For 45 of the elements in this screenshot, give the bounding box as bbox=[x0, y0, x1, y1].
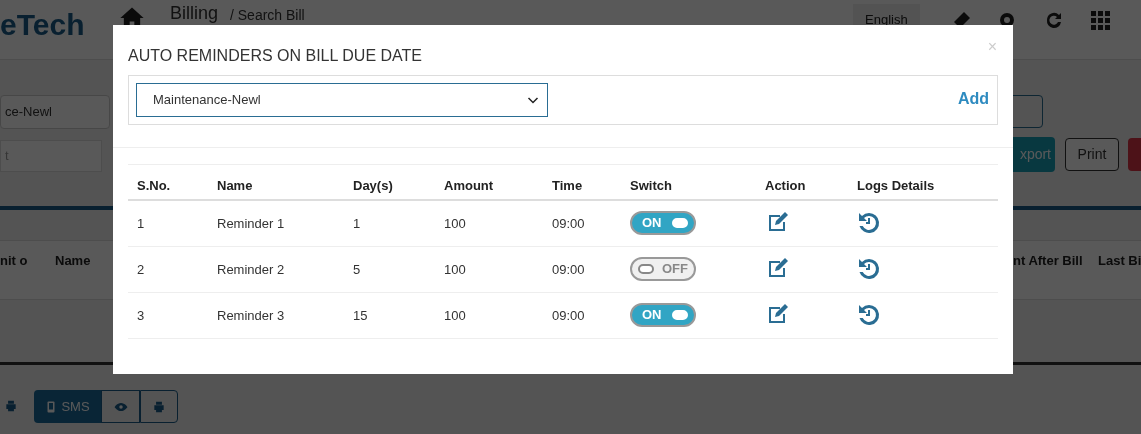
page-title: Billing bbox=[170, 2, 219, 24]
table-cell-text: 100 bbox=[444, 261, 466, 279]
sms-button[interactable]: SMS bbox=[34, 390, 101, 423]
table-cell-text: 1 bbox=[353, 215, 361, 233]
column-header: Amount bbox=[444, 177, 494, 195]
breadcrumb: / Search Bill bbox=[230, 6, 305, 24]
table-cell-text: 100 bbox=[444, 307, 466, 325]
column-header: Day(s) bbox=[353, 177, 393, 195]
history-icon[interactable] bbox=[857, 211, 881, 235]
column-header: Action bbox=[765, 177, 806, 195]
column-header: Time bbox=[552, 177, 583, 195]
modal-title: AUTO REMINDERS ON BILL DUE DATE bbox=[128, 46, 422, 66]
table-cell-text: Reminder 3 bbox=[217, 307, 285, 325]
table-cell-text: Reminder 1 bbox=[217, 215, 285, 233]
table-cell-text: 15 bbox=[353, 307, 368, 325]
column-header: Name bbox=[217, 177, 253, 195]
column-header: S.No. bbox=[137, 177, 171, 195]
apps-icon[interactable] bbox=[1088, 8, 1112, 32]
history-icon[interactable] bbox=[857, 303, 881, 327]
column-header: nit o bbox=[0, 252, 28, 270]
table-cell-text: 2 bbox=[137, 261, 145, 279]
add-link[interactable]: Add bbox=[957, 87, 989, 111]
toggle-switch[interactable]: ON bbox=[630, 303, 696, 327]
table-cell-text: 100 bbox=[444, 215, 466, 233]
dropdown[interactable]: ce-Newl bbox=[0, 95, 110, 129]
table-cell-text: 5 bbox=[353, 261, 361, 279]
table-cell-text: 09:00 bbox=[552, 215, 585, 233]
table-cell-text: 09:00 bbox=[552, 307, 585, 325]
column-header: nt After Bill bbox=[1013, 252, 1083, 270]
table-cell-text: 1 bbox=[137, 215, 145, 233]
column-header: Switch bbox=[630, 177, 672, 195]
table-cell-text: 09:00 bbox=[552, 261, 585, 279]
close-button[interactable]: × bbox=[987, 39, 997, 55]
column-header: Last Bi bbox=[1098, 252, 1141, 270]
toggle-switch[interactable]: OFF bbox=[630, 257, 696, 281]
table-cell-text: Reminder 2 bbox=[217, 261, 285, 279]
logo: eTech bbox=[0, 7, 85, 43]
toggle-switch[interactable]: ON bbox=[630, 211, 696, 235]
select-field[interactable]: Maintenance-Newl bbox=[136, 83, 548, 117]
column-header: Name bbox=[55, 252, 91, 270]
table-cell-text: 3 bbox=[137, 307, 145, 325]
select-value: Maintenance-Newl bbox=[153, 91, 261, 110]
history-icon[interactable] bbox=[857, 257, 881, 281]
column-header: Logs Details bbox=[857, 177, 935, 195]
print-button[interactable]: Print bbox=[1065, 138, 1119, 171]
